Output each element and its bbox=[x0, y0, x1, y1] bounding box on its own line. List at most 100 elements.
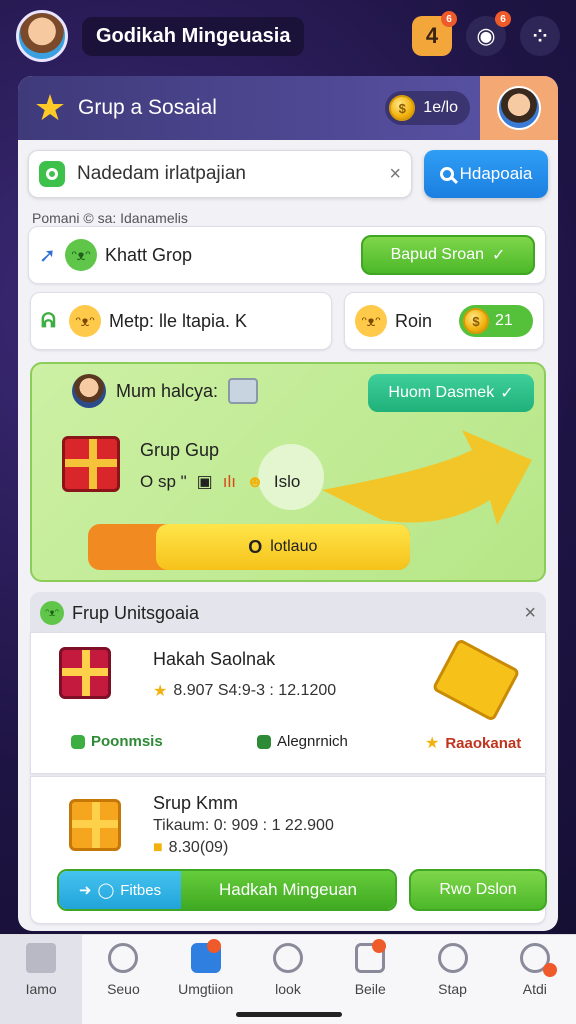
nav-label: Iamo bbox=[25, 981, 57, 997]
search-button[interactable]: Hdapoaia bbox=[424, 150, 548, 198]
profile-avatar[interactable] bbox=[480, 76, 558, 140]
secondary-action-button[interactable]: Rwo Dslon bbox=[409, 869, 547, 911]
star-icon: ★ bbox=[425, 735, 440, 752]
coin-balance[interactable]: $ 1e/lo bbox=[385, 91, 470, 125]
item-subdetail: ■ 8.30(09) bbox=[153, 839, 228, 857]
panel-header: ★ Grup a Sosaial $ 1e/lo bbox=[18, 76, 558, 140]
card-icon: ▣ bbox=[196, 472, 213, 491]
top-bar: Godikah Mingeuasia 4 6 ◉ 6 ⁘ bbox=[0, 0, 576, 72]
nav-item-chat[interactable]: Stap bbox=[411, 935, 493, 1024]
list-item[interactable]: Hakah Saolnak ★ 8.907 S4:9-3 : 12.1200 P… bbox=[30, 632, 546, 774]
tag-label: Raaokanat bbox=[445, 734, 522, 752]
group-action-button[interactable]: Bapud Sroan ✓ bbox=[361, 235, 535, 275]
filter-button[interactable]: ➜ ◯ Fitbes bbox=[59, 871, 181, 909]
promo-button[interactable]: Huom Dasmek ✓ bbox=[368, 374, 534, 412]
item-title: Srup Kmm bbox=[153, 793, 239, 813]
promo-card: Mum halcya: Huom Dasmek ✓ Grup Gup O sp … bbox=[30, 362, 546, 582]
ring-icon: ◯ bbox=[97, 882, 115, 899]
coin-icon: ■ bbox=[153, 839, 163, 856]
pin-icon: ➚ bbox=[39, 244, 56, 267]
promo-group-line: O sp " ▣ ılı ☻ Islo bbox=[140, 472, 300, 492]
split-button: ➜ ◯ Fitbes Hadkah Mingeuan bbox=[57, 869, 397, 911]
nav-label: Beile bbox=[354, 981, 386, 997]
nav-item-profile[interactable]: Atdi bbox=[494, 935, 576, 1024]
nav-item-look[interactable]: look bbox=[247, 935, 329, 1024]
coin-icon: $ bbox=[389, 95, 416, 121]
item-detail: Tikaum: 0: 909 : 1 22.900 bbox=[153, 817, 334, 835]
gift-icon bbox=[59, 647, 111, 699]
item-detail-text: Tikaum: 0: 909 : 1 22.900 bbox=[153, 817, 334, 834]
fire-icon: ılı bbox=[222, 472, 236, 491]
avatar-face bbox=[497, 86, 541, 130]
check-icon: ✓ bbox=[492, 247, 506, 264]
progress-mark: O bbox=[248, 536, 263, 557]
item-title: Hakah Saolnak bbox=[153, 649, 276, 669]
nav-label: look bbox=[275, 981, 301, 997]
item-detail-text: 8.907 S4:9-3 : 12.1200 bbox=[173, 682, 337, 699]
progress-label: lotlauo bbox=[270, 538, 318, 555]
smiley-icon: ᵔᴥᵔ bbox=[40, 601, 64, 625]
item-detail: ★ 8.907 S4:9-3 : 12.1200 bbox=[153, 681, 336, 701]
notification-badge: 6 bbox=[495, 11, 511, 27]
progress-bar[interactable]: O lotlauo bbox=[88, 524, 410, 570]
coin-toggle-value: 21 bbox=[495, 312, 513, 329]
settings-icon[interactable]: ◉ 6 bbox=[466, 11, 511, 56]
search-icon bbox=[439, 167, 454, 181]
nav-label: Seuo bbox=[107, 981, 140, 997]
gift-icon bbox=[69, 799, 121, 851]
check-icon: ✓ bbox=[500, 385, 514, 402]
bottom-nav: Iamo Seuo Umgtiion look Beile Stap Atdi bbox=[0, 934, 576, 1024]
member-row-label: Metp: lle ltapia. K bbox=[109, 310, 248, 331]
section-title: Frup Unitsgoaia bbox=[72, 602, 200, 623]
gift-icon-glyph: 4 bbox=[425, 23, 439, 48]
nav-item-tag[interactable]: Umgtiion bbox=[165, 935, 247, 1024]
nav-item-home[interactable]: Iamo bbox=[0, 935, 83, 1024]
tag-icon bbox=[257, 734, 271, 749]
search-icon bbox=[108, 943, 139, 973]
app-title: Godikah Mingeuasia bbox=[82, 16, 305, 56]
group-row[interactable]: ➚ ᵔᴥᵔ Khatt Grop Bapud Sroan ✓ bbox=[28, 226, 546, 284]
bird-icon bbox=[272, 943, 303, 973]
star-icon: ★ bbox=[153, 683, 168, 700]
ticket-icon bbox=[431, 637, 521, 723]
top-icons: 4 6 ◉ 6 ⁘ bbox=[412, 11, 560, 56]
nav-label: Umgtiion bbox=[178, 981, 234, 997]
main-action-button[interactable]: Hadkah Mingeuan bbox=[181, 871, 395, 909]
coin-toggle[interactable]: $ 21 bbox=[459, 305, 533, 337]
more-icon[interactable]: ⁘ bbox=[520, 16, 560, 56]
tag-alegnrnich[interactable]: Alegnrnich bbox=[257, 733, 348, 750]
promo-group-suffix: Islo bbox=[273, 472, 301, 491]
gift-icon bbox=[62, 436, 120, 492]
promo-group-name: Grup Gup bbox=[140, 440, 220, 460]
nav-label: Stap bbox=[438, 981, 467, 997]
tag-raaokanat[interactable]: ★ Raaokanat bbox=[425, 733, 521, 753]
search-row: × Hdapoaia bbox=[18, 140, 558, 198]
star-icon: ★ bbox=[33, 87, 67, 128]
progress-fill: O lotlauo bbox=[155, 524, 410, 570]
gift-icon[interactable]: 4 6 bbox=[412, 11, 457, 56]
smiley-icon: ᵔᴥᵔ bbox=[355, 305, 387, 337]
nav-item-calendar[interactable]: Beile bbox=[329, 935, 411, 1024]
notification-badge bbox=[543, 963, 558, 977]
clear-icon[interactable]: × bbox=[389, 163, 401, 186]
tag-poonmsis[interactable]: Poonmsis bbox=[71, 733, 163, 750]
notification-badge bbox=[371, 939, 386, 953]
smiley-icon: ᵔᴥᵔ bbox=[69, 305, 101, 337]
member-row[interactable]: ᕱ ᵔᴥᵔ Metp: lle ltapia. K bbox=[30, 292, 332, 350]
search-input[interactable] bbox=[77, 163, 367, 185]
nav-label: Atdi bbox=[522, 981, 547, 997]
close-icon[interactable]: × bbox=[524, 602, 536, 625]
chat-icon bbox=[437, 943, 468, 973]
action-row: ➜ ◯ Fitbes Hadkah Mingeuan Rwo Dslon bbox=[57, 869, 547, 911]
person-icon bbox=[72, 374, 106, 408]
link-icon: ᕱ bbox=[41, 309, 56, 332]
coin-row[interactable]: ᵔᴥᵔ Roin $ 21 bbox=[344, 292, 544, 350]
nav-item-search[interactable]: Seuo bbox=[82, 935, 164, 1024]
home-indicator bbox=[236, 1012, 342, 1017]
coin-icon: $ bbox=[463, 308, 489, 334]
search-app-icon bbox=[39, 161, 65, 187]
list-item[interactable]: Srup Kmm Tikaum: 0: 909 : 1 22.900 ■ 8.3… bbox=[30, 776, 547, 924]
group-row-label: Khatt Grop bbox=[105, 244, 193, 265]
avatar[interactable] bbox=[16, 10, 68, 62]
tag-label: Alegnrnich bbox=[277, 733, 348, 750]
